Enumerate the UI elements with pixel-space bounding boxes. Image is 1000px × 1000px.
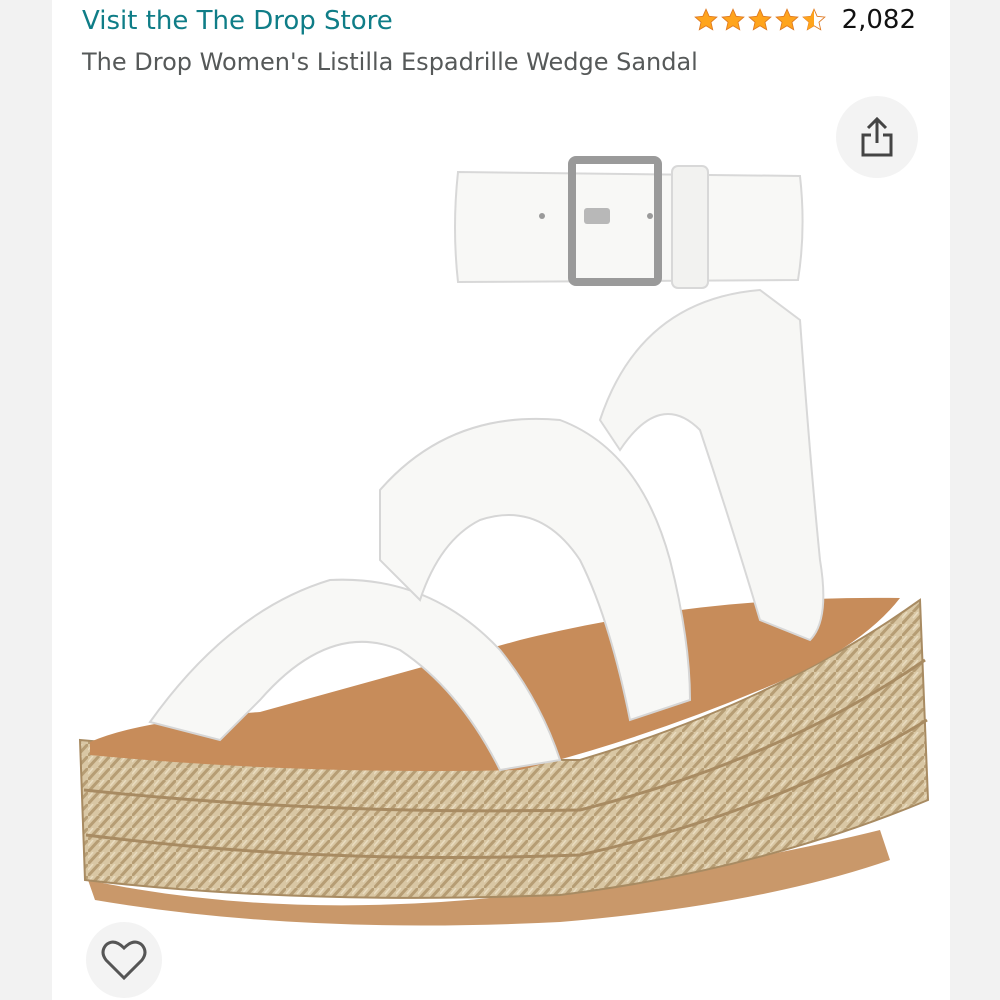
star-icon	[720, 8, 745, 31]
product-page: Visit the The Drop Store 2,082 The Drop …	[0, 0, 1000, 1000]
half-star-icon	[801, 8, 826, 31]
product-title: The Drop Women's Listilla Espadrille Wed…	[82, 48, 698, 76]
share-icon	[861, 116, 893, 157]
star-icon	[774, 8, 799, 31]
sandal-illustration	[78, 156, 930, 926]
store-link[interactable]: Visit the The Drop Store	[82, 6, 393, 36]
rating-summary[interactable]: 2,082	[693, 5, 916, 35]
heart-icon	[101, 940, 147, 981]
ankle-cuff	[454, 170, 804, 284]
star-icon	[693, 8, 718, 31]
star-icon	[747, 8, 772, 31]
rating-count: 2,082	[841, 5, 916, 35]
wishlist-button[interactable]	[86, 922, 162, 998]
product-header: Visit the The Drop Store 2,082 The Drop …	[52, 0, 950, 86]
share-button[interactable]	[836, 96, 918, 178]
star-rating	[693, 7, 828, 33]
product-image[interactable]	[52, 86, 950, 1000]
